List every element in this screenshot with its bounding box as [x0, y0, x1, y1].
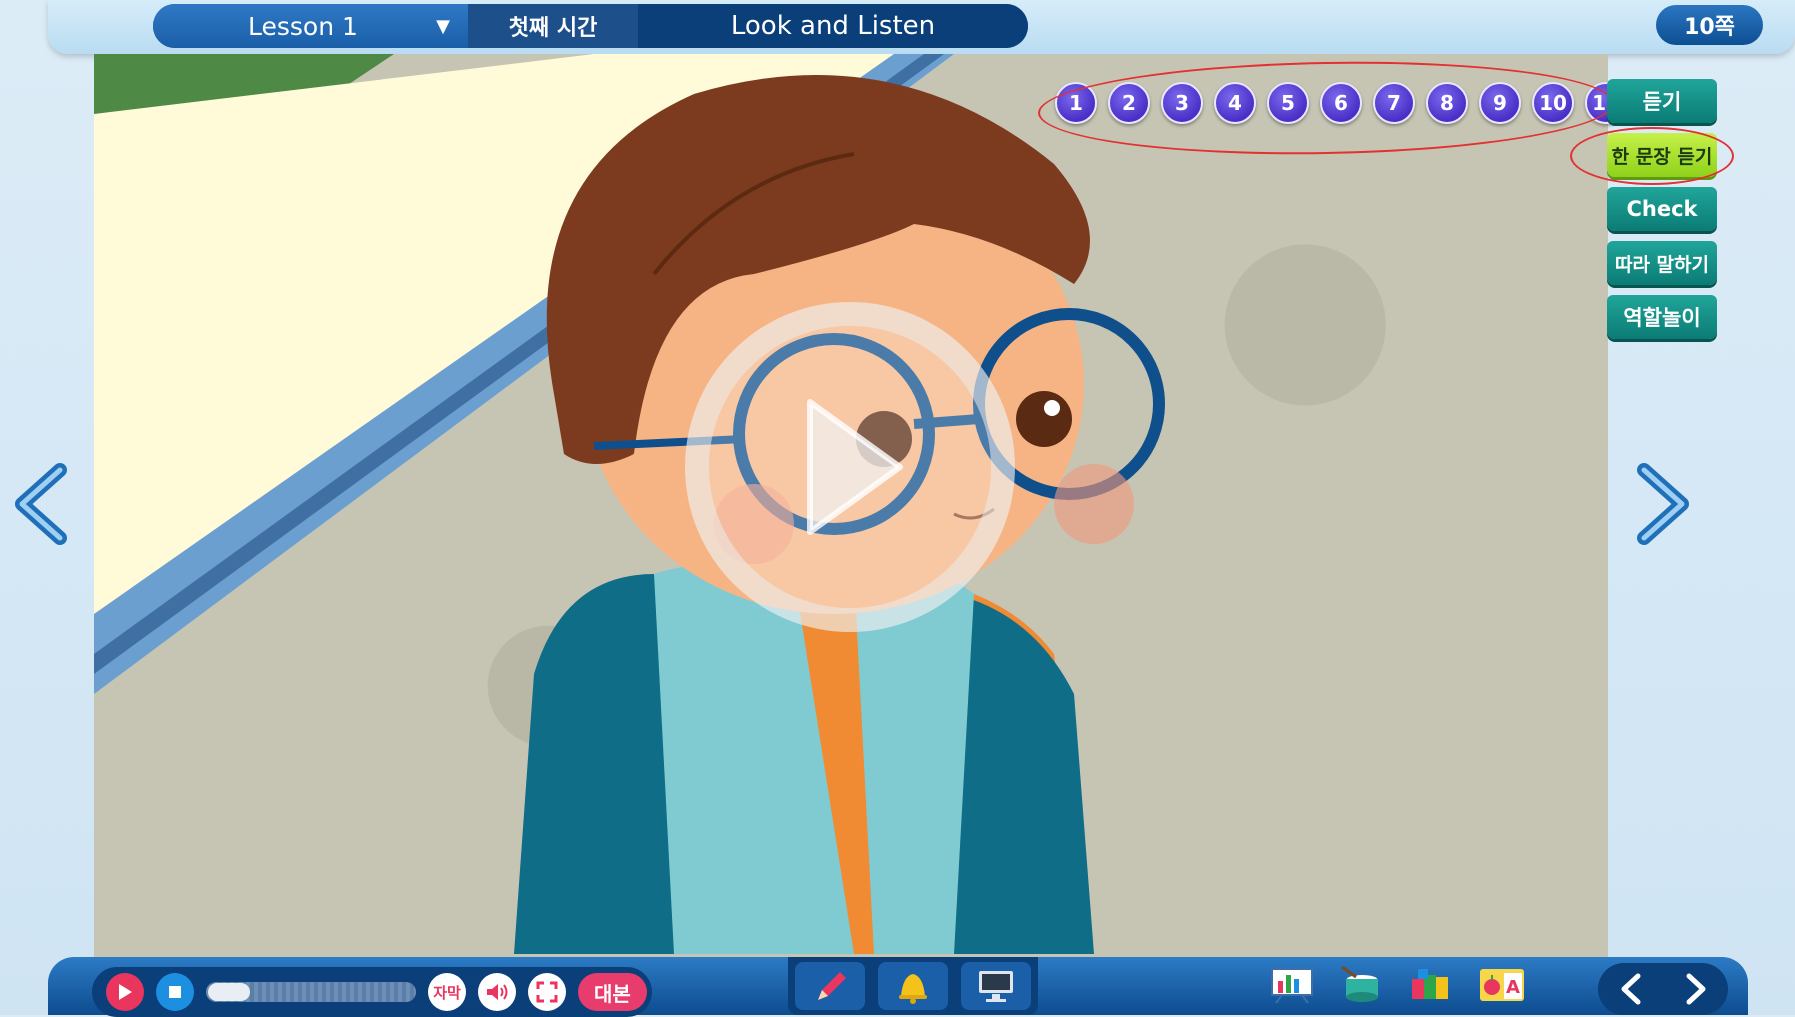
activity-title: Look and Listen	[638, 4, 1028, 48]
stop-icon	[169, 986, 181, 998]
progress-slider[interactable]	[206, 982, 416, 1002]
role-play-button[interactable]: 역할놀이	[1607, 295, 1717, 339]
lesson-label: Lesson 1	[248, 11, 358, 41]
bell-icon	[898, 974, 927, 1004]
pencil-icon	[817, 972, 846, 1000]
cards-tool-button[interactable]	[1406, 961, 1458, 1009]
fullscreen-icon	[536, 981, 558, 1003]
listen-button[interactable]: 듣기	[1607, 79, 1717, 123]
presentation-tool-button[interactable]	[1266, 961, 1318, 1009]
session-label: 첫째 시간	[468, 4, 638, 48]
next-arrow-icon[interactable]	[1630, 462, 1694, 546]
progress-knob[interactable]	[208, 983, 250, 1001]
apple-a-card-icon: A	[1480, 969, 1524, 1001]
lesson-tools: A	[1266, 961, 1528, 1009]
fullscreen-button[interactable]	[528, 973, 566, 1011]
bell-button[interactable]	[877, 962, 948, 1010]
chevron-down-icon: ▼	[436, 15, 450, 37]
media-player: 자막 대본	[92, 967, 652, 1017]
previous-arrow-icon[interactable]	[10, 462, 74, 546]
top-bar: Lesson 1 ▼ 첫째 시간 Look and Listen 10쪽	[48, 0, 1795, 54]
play-video-button[interactable]	[685, 302, 1015, 632]
pen-tool-button[interactable]	[794, 962, 865, 1010]
check-button[interactable]: Check	[1607, 187, 1717, 231]
stop-button[interactable]	[156, 973, 194, 1011]
next-page-icon[interactable]	[1681, 972, 1711, 1006]
volume-button[interactable]	[478, 973, 516, 1011]
play-icon	[807, 399, 903, 535]
page-navigation	[1598, 963, 1728, 1015]
chart-board-icon	[1271, 968, 1313, 1004]
annotation-circle	[1570, 127, 1734, 185]
script-button[interactable]: 대본	[578, 973, 647, 1011]
prev-page-icon[interactable]	[1616, 972, 1646, 1006]
vocabulary-tool-button[interactable]: A	[1476, 961, 1528, 1009]
teacher-tools	[788, 957, 1038, 1015]
play-button[interactable]	[106, 973, 144, 1011]
lesson-dropdown[interactable]: Lesson 1 ▼	[153, 4, 468, 48]
lesson-title-bar: Lesson 1 ▼ 첫째 시간 Look and Listen	[153, 4, 1028, 48]
bottom-toolbar: 자막 대본 A	[48, 957, 1748, 1017]
drum-icon	[1341, 965, 1379, 1002]
svg-text:A: A	[1506, 977, 1520, 998]
speaker-icon	[487, 984, 508, 1000]
play-icon	[119, 984, 132, 1000]
subtitle-button[interactable]: 자막	[428, 973, 466, 1011]
screen-button[interactable]	[961, 962, 1032, 1010]
repeat-after-button[interactable]: 따라 말하기	[1607, 241, 1717, 285]
word-cards-icon	[1412, 969, 1448, 999]
monitor-icon	[979, 971, 1014, 1002]
side-menu: 듣기 한 문장 듣기 Check 따라 말하기 역할놀이	[1607, 79, 1717, 349]
page-badge: 10쪽	[1656, 5, 1763, 45]
drum-tool-button[interactable]	[1336, 961, 1388, 1009]
